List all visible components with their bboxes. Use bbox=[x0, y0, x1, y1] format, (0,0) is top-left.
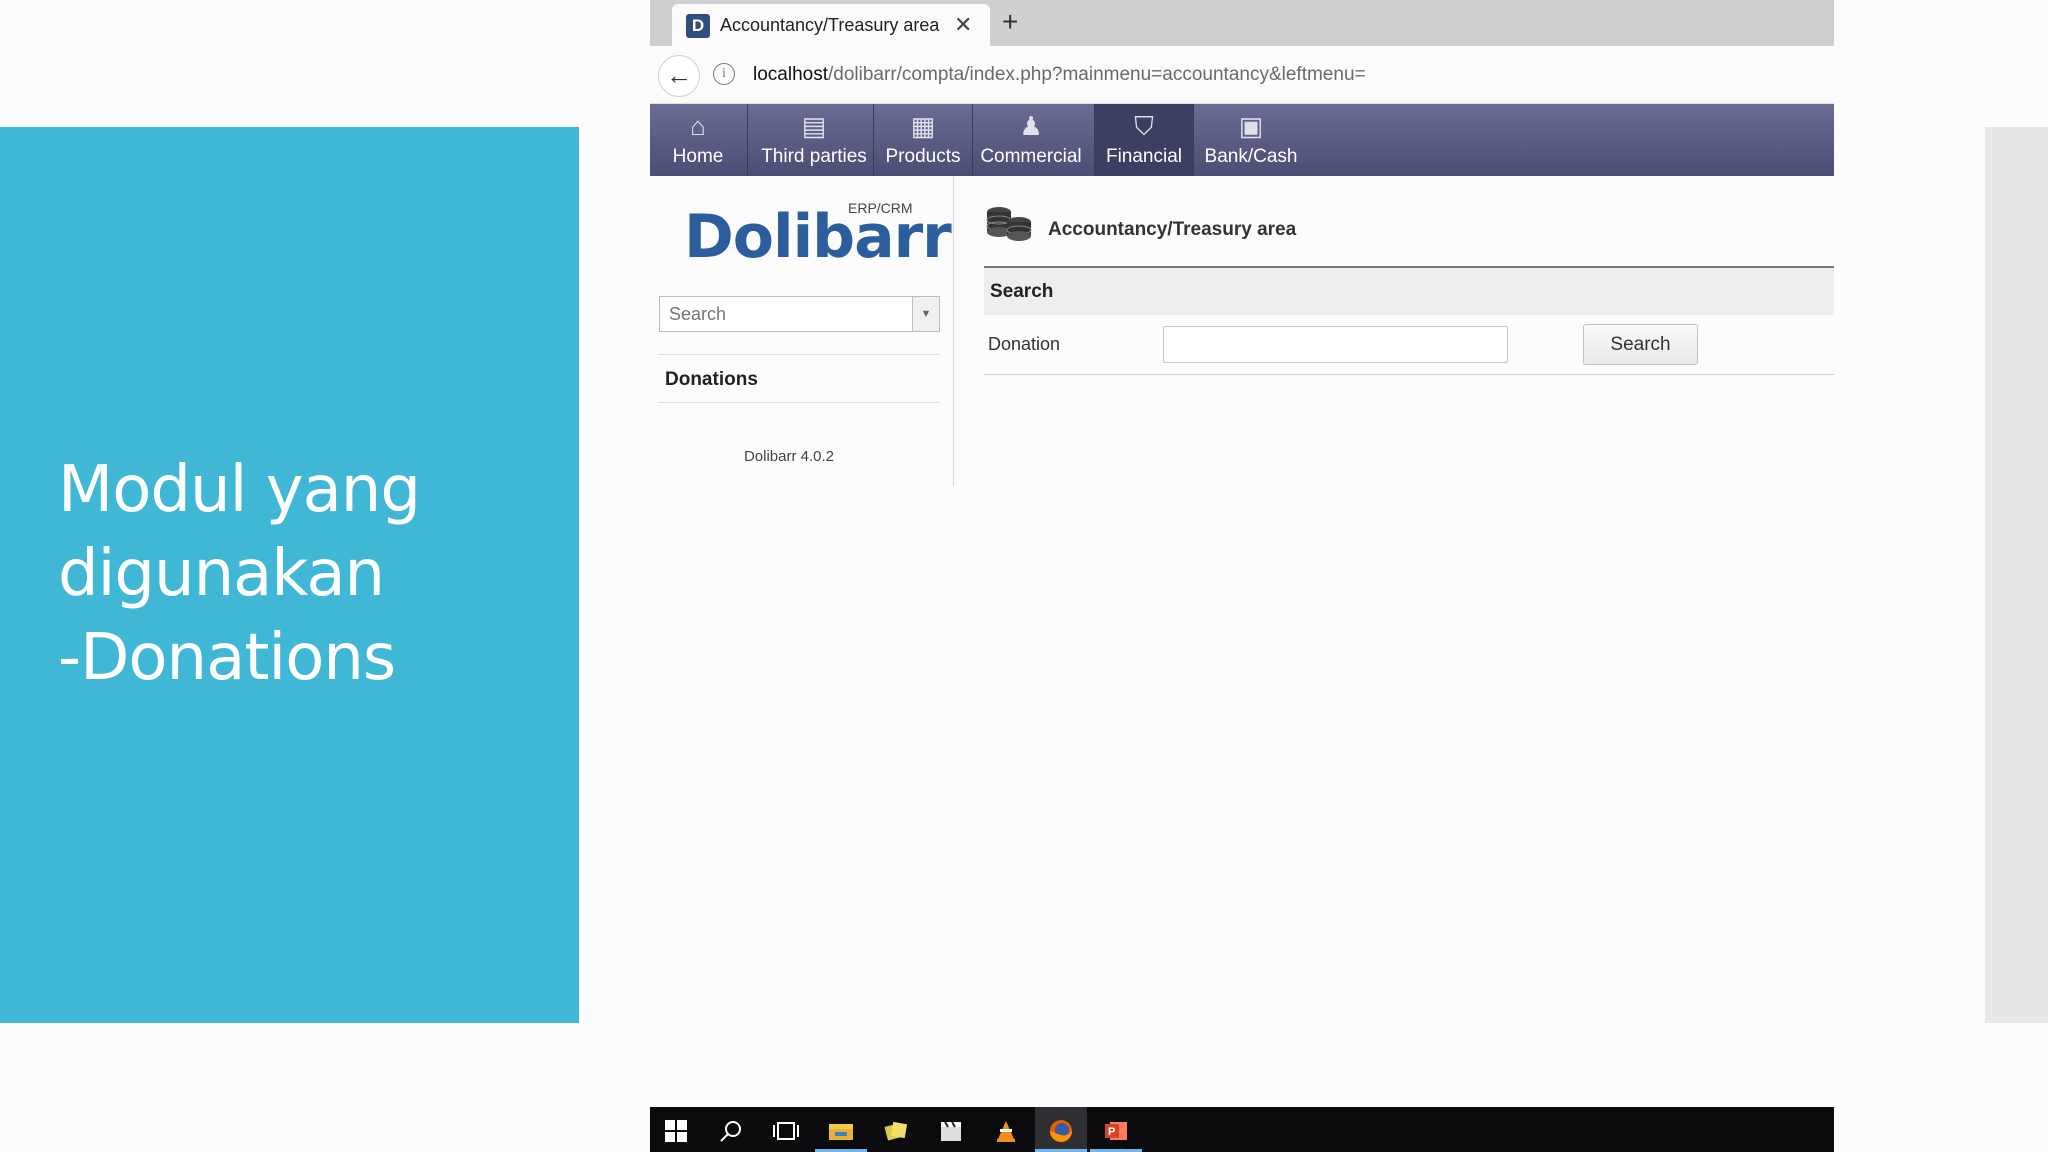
taskbar: P bbox=[650, 1107, 1834, 1152]
page-title: Accountancy/Treasury area bbox=[1048, 219, 1297, 240]
dolibarr-favicon-icon: D bbox=[686, 14, 710, 38]
coins-stack-icon bbox=[986, 207, 1032, 241]
left-sidebar: Dolibarr ERP/CRM ▼ Donations Dolibarr 4.… bbox=[650, 176, 954, 486]
back-arrow-icon[interactable]: ← bbox=[658, 55, 700, 97]
home-icon: ⌂ bbox=[690, 111, 706, 141]
nav-label: Home bbox=[672, 146, 724, 167]
nav-divider bbox=[1193, 104, 1194, 176]
video-editor-icon[interactable] bbox=[925, 1107, 977, 1152]
search-button[interactable]: Search bbox=[1583, 324, 1698, 365]
search-section-header: Search bbox=[984, 268, 1834, 315]
donation-label: Donation bbox=[988, 334, 1061, 354]
tab-title: Accountancy/Treasury area bbox=[720, 15, 940, 35]
close-icon[interactable]: ✕ bbox=[954, 12, 972, 38]
sidebar-item-donations[interactable]: Donations bbox=[665, 369, 758, 391]
firefox-icon[interactable] bbox=[1035, 1107, 1087, 1152]
new-tab-icon[interactable]: + bbox=[1002, 6, 1018, 38]
nav-label: Commercial bbox=[980, 146, 1082, 167]
file-explorer-icon[interactable] bbox=[815, 1107, 867, 1152]
nav-financial[interactable]: ⛉ Financial bbox=[1095, 104, 1193, 176]
url-path: /dolibarr/compta/index.php?mainmenu=acco… bbox=[828, 64, 1366, 85]
buildings-icon: ▤ bbox=[801, 111, 827, 141]
notes-icon[interactable] bbox=[870, 1107, 922, 1152]
nav-label: Financial bbox=[1105, 146, 1183, 167]
tab-bar: D Accountancy/Treasury area ✕ + bbox=[650, 0, 1834, 46]
nav-divider bbox=[873, 104, 874, 176]
logo-subtitle: ERP/CRM bbox=[848, 200, 913, 216]
donation-search-input[interactable] bbox=[1163, 326, 1508, 363]
url-host: localhost bbox=[753, 64, 828, 85]
search-icon[interactable] bbox=[705, 1107, 757, 1152]
task-view-icon[interactable] bbox=[760, 1107, 812, 1152]
powerpoint-icon[interactable]: P bbox=[1090, 1107, 1142, 1152]
nav-products[interactable]: ▦ Products bbox=[876, 104, 970, 176]
browser-tab[interactable]: D Accountancy/Treasury area ✕ bbox=[672, 4, 990, 46]
info-icon[interactable]: i bbox=[713, 63, 735, 85]
slide-title-line: digunakan bbox=[58, 537, 385, 611]
slide-side-strip bbox=[1985, 127, 2048, 1023]
url-field[interactable]: localhost/dolibarr/compta/index.php?main… bbox=[753, 64, 1366, 86]
nav-home[interactable]: ⌂ Home bbox=[660, 104, 736, 176]
divider bbox=[658, 402, 940, 403]
address-bar: ← i localhost/dolibarr/compta/index.php?… bbox=[650, 46, 1834, 104]
coins-icon: ⛉ bbox=[1134, 111, 1154, 141]
nav-third-parties[interactable]: ▤ Third parties bbox=[750, 104, 878, 176]
slide-title: Modul yang digunakan -Donations bbox=[58, 448, 558, 700]
sidebar-search-input[interactable] bbox=[659, 296, 913, 332]
nav-label: Third parties bbox=[761, 146, 867, 167]
nav-label: Bank/Cash bbox=[1204, 146, 1298, 167]
nav-divider bbox=[972, 104, 973, 176]
person-icon: ♟ bbox=[1019, 111, 1043, 141]
divider bbox=[658, 354, 940, 355]
slide-title-line: -Donations bbox=[58, 621, 396, 695]
divider bbox=[984, 374, 1834, 375]
slide-title-line: Modul yang bbox=[58, 453, 421, 527]
nav-label: Products bbox=[885, 146, 961, 167]
version-label: Dolibarr 4.0.2 bbox=[743, 448, 835, 465]
nav-divider bbox=[747, 104, 748, 176]
safe-icon: ▣ bbox=[1238, 111, 1264, 141]
nav-commercial[interactable]: ♟ Commercial bbox=[975, 104, 1087, 176]
vlc-icon[interactable] bbox=[980, 1107, 1032, 1152]
browser-window: D Accountancy/Treasury area ✕ + ← i loca… bbox=[650, 0, 1834, 490]
nav-bank-cash[interactable]: ▣ Bank/Cash bbox=[1196, 104, 1306, 176]
chevron-down-icon[interactable]: ▼ bbox=[912, 296, 940, 332]
search-section-title: Search bbox=[990, 281, 1054, 302]
windows-start-icon[interactable] bbox=[650, 1107, 702, 1152]
top-navigation: ⌂ Home ▤ Third parties ▦ Products ♟ Comm… bbox=[650, 104, 1834, 176]
boxes-icon: ▦ bbox=[910, 111, 936, 141]
svg-text:P: P bbox=[1108, 1126, 1115, 1138]
